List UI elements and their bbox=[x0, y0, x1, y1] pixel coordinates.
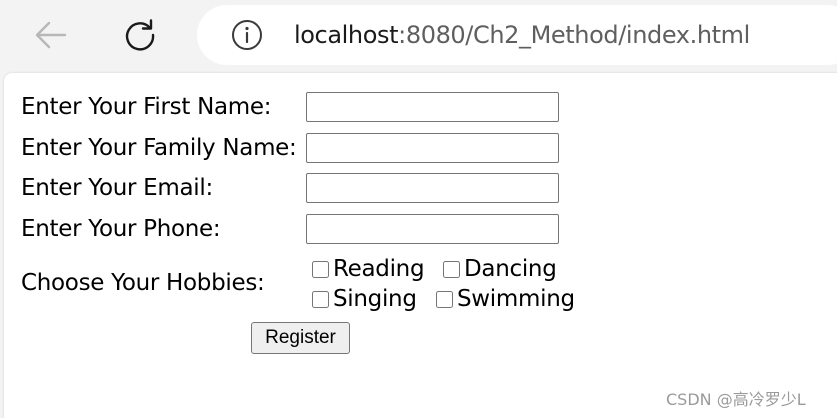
swimming-checkbox[interactable] bbox=[436, 290, 453, 308]
family-name-input[interactable] bbox=[306, 133, 559, 163]
back-button[interactable] bbox=[31, 15, 71, 55]
register-button[interactable]: Register bbox=[251, 322, 350, 354]
phone-label: Enter Your Phone: bbox=[21, 216, 221, 242]
browser-toolbar: localhost:8080/Ch2_Method/index.html bbox=[0, 0, 837, 72]
email-input[interactable] bbox=[306, 173, 559, 203]
singing-checkbox[interactable] bbox=[312, 290, 329, 308]
family-name-label: Enter Your Family Name: bbox=[21, 135, 297, 161]
info-icon[interactable] bbox=[231, 19, 263, 51]
refresh-icon bbox=[125, 19, 155, 51]
address-bar[interactable]: localhost:8080/Ch2_Method/index.html bbox=[197, 5, 837, 65]
hobby-dancing[interactable]: Dancing bbox=[443, 256, 557, 282]
hobbies-label: Choose Your Hobbies: bbox=[21, 270, 265, 296]
first-name-input[interactable] bbox=[306, 92, 559, 122]
reading-checkbox[interactable] bbox=[312, 260, 329, 278]
hobby-singing[interactable]: Singing bbox=[312, 286, 417, 312]
phone-input[interactable] bbox=[306, 214, 559, 244]
first-name-label: Enter Your First Name: bbox=[21, 94, 272, 120]
csdn-watermark: CSDN @高冷罗少L bbox=[666, 390, 806, 409]
url-text[interactable]: localhost:8080/Ch2_Method/index.html bbox=[294, 21, 750, 49]
singing-label: Singing bbox=[333, 286, 417, 312]
dancing-checkbox[interactable] bbox=[443, 260, 460, 278]
email-label: Enter Your Email: bbox=[21, 175, 213, 201]
url-path: :8080/Ch2_Method/index.html bbox=[398, 21, 750, 49]
hobby-reading[interactable]: Reading bbox=[312, 256, 425, 282]
hobby-swimming[interactable]: Swimming bbox=[436, 286, 575, 312]
refresh-button[interactable] bbox=[120, 15, 160, 55]
arrow-left-icon bbox=[35, 21, 67, 49]
url-host: localhost bbox=[294, 21, 399, 49]
dancing-label: Dancing bbox=[464, 256, 557, 282]
reading-label: Reading bbox=[333, 256, 425, 282]
page-viewport: Enter Your First Name: Enter Your Family… bbox=[4, 73, 837, 418]
swimming-label: Swimming bbox=[457, 286, 575, 312]
